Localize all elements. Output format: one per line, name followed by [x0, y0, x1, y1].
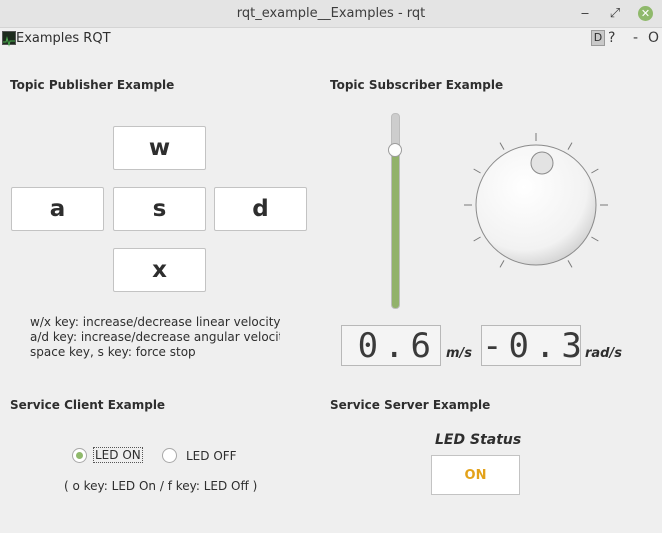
- dial-tick: [567, 260, 573, 268]
- client-heading: Service Client Example: [10, 398, 166, 412]
- slider-fill: [392, 151, 399, 308]
- help-button[interactable]: ?: [608, 30, 615, 46]
- window-title: rqt_example__Examples - rqt: [236, 6, 426, 21]
- key-s-button[interactable]: s: [113, 187, 206, 231]
- key-a-button[interactable]: a: [11, 187, 104, 231]
- linear-velocity-display: 0.6: [341, 325, 441, 366]
- led-status-value: ON: [431, 455, 520, 495]
- led-on-radio[interactable]: [72, 448, 87, 463]
- help-line: a/d key: increase/decrease angular veloc…: [30, 330, 280, 344]
- led-off-label[interactable]: LED OFF: [186, 449, 237, 463]
- dial-tick: [473, 168, 481, 174]
- publisher-heading: Topic Publisher Example: [10, 78, 175, 92]
- dial-notch: [530, 151, 554, 175]
- dial-tick: [499, 260, 505, 268]
- dial-tick: [591, 168, 599, 174]
- led-on-label[interactable]: LED ON: [93, 447, 143, 463]
- dial-tick: [567, 142, 573, 150]
- restore-button[interactable]: ⤢: [605, 4, 625, 24]
- close-button[interactable]: ✕: [638, 6, 653, 21]
- key-help-text: w/x key: increase/decrease linear veloci…: [30, 315, 280, 360]
- led-key-hint: ( o key: LED On / f key: LED Off ): [64, 479, 258, 493]
- plugin-header: Examples RQT D ? - O: [0, 28, 662, 50]
- key-d-button[interactable]: d: [214, 187, 307, 231]
- led-status-title: LED Status: [435, 432, 522, 448]
- slider-handle[interactable]: [388, 143, 402, 157]
- minimize-button[interactable]: ‒: [575, 4, 595, 24]
- dial-tick: [591, 236, 599, 242]
- dial-tick: [473, 236, 481, 242]
- help-line: w/x key: increase/decrease linear veloci…: [30, 315, 280, 329]
- dock-button[interactable]: D: [591, 30, 605, 46]
- server-heading: Service Server Example: [330, 398, 491, 412]
- key-w-button[interactable]: w: [113, 126, 206, 170]
- key-x-button[interactable]: x: [113, 248, 206, 292]
- app-icon: [2, 31, 16, 47]
- plugin-title: Examples RQT: [16, 31, 111, 46]
- led-off-radio[interactable]: [162, 448, 177, 463]
- plugin-minimize-button[interactable]: -: [633, 30, 638, 46]
- dial-tick: [499, 142, 505, 150]
- subscriber-heading: Topic Subscriber Example: [330, 78, 504, 92]
- angular-unit-label: rad/s: [585, 346, 622, 361]
- help-line: space key, s key: force stop: [30, 345, 196, 359]
- angular-velocity-display: -0.3: [481, 325, 588, 366]
- linear-unit-label: m/s: [446, 346, 473, 361]
- window-titlebar: rqt_example__Examples - rqt ‒ ⤢ ✕: [0, 0, 662, 28]
- angular-velocity-dial[interactable]: [455, 125, 615, 285]
- plugin-close-button[interactable]: O: [648, 30, 659, 46]
